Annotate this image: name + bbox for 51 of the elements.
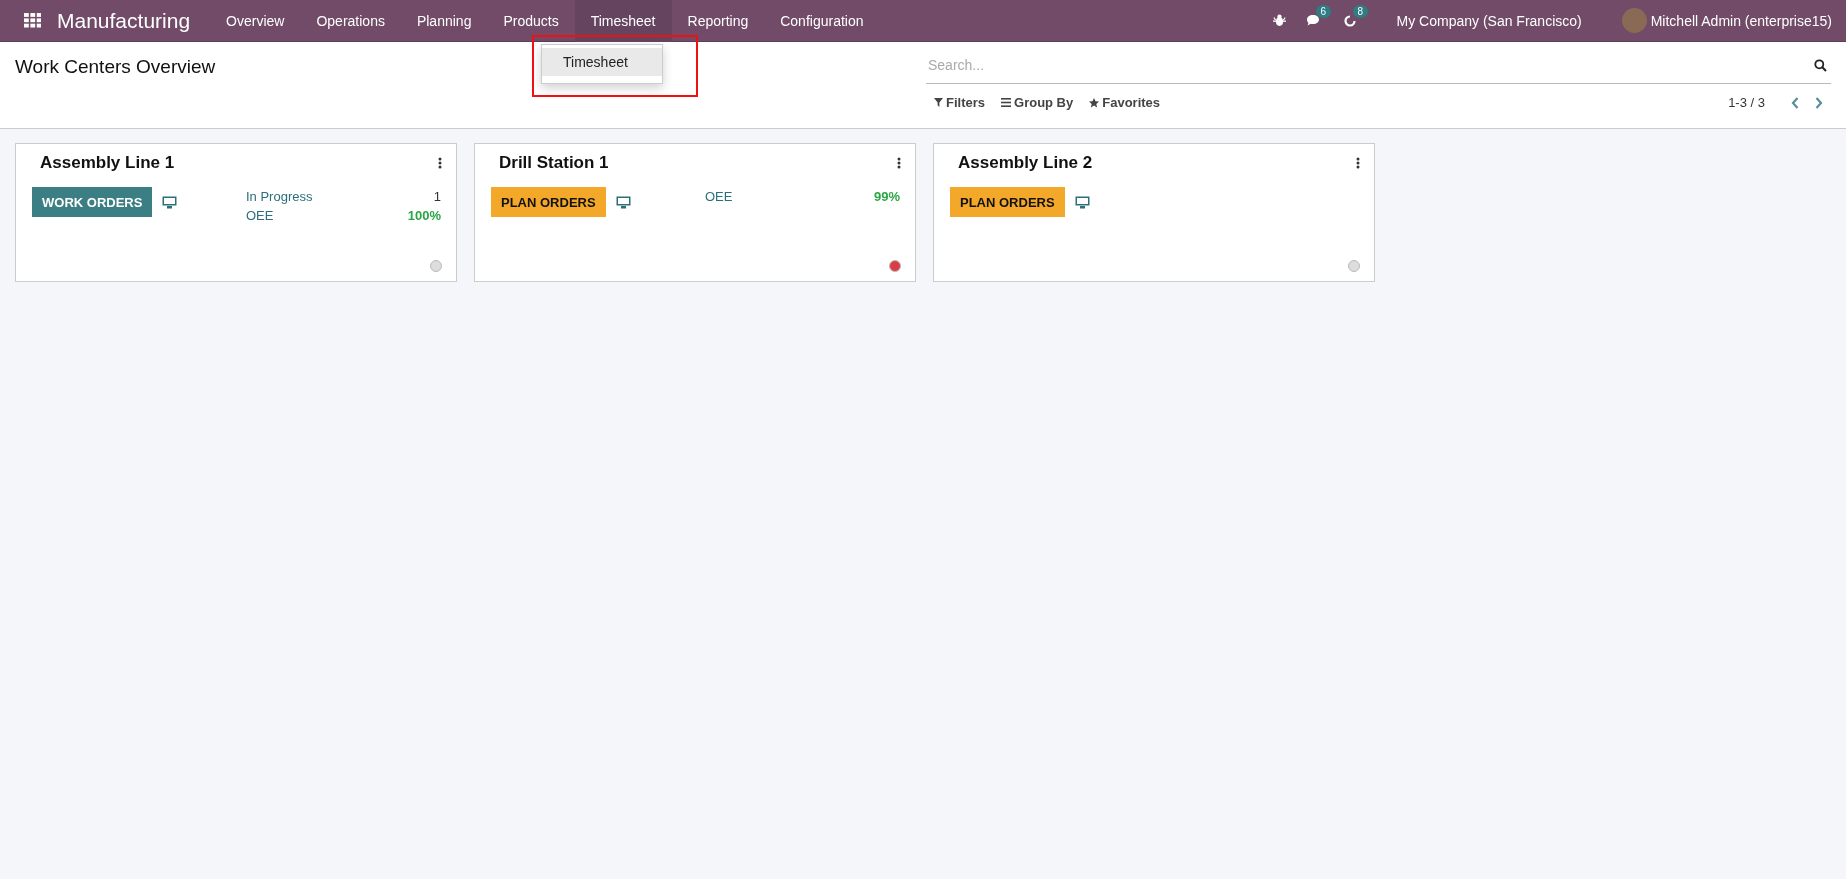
monitor-icon[interactable] <box>1074 195 1090 209</box>
stat-label[interactable]: OEE <box>705 187 733 206</box>
company-switcher[interactable]: My Company (San Francisco) <box>1396 12 1582 29</box>
monitor-icon[interactable] <box>162 195 178 209</box>
status-dot[interactable] <box>889 260 901 272</box>
chevron-left-icon <box>1791 96 1799 109</box>
stat-label[interactable]: OEE <box>246 206 274 225</box>
filter-toggle[interactable]: Filters <box>934 95 985 110</box>
stat-value: 99% <box>873 188 900 206</box>
kebab-menu-icon[interactable] <box>438 157 442 169</box>
message-count-badge: 6 <box>1315 4 1332 18</box>
stat-label[interactable]: In Progress <box>246 187 313 206</box>
menu-item[interactable]: Timesheet <box>574 0 672 42</box>
menu-item[interactable]: Reporting <box>671 0 765 42</box>
activity-count-badge: 8 <box>1352 4 1369 18</box>
kebab-menu-icon[interactable] <box>1356 157 1360 169</box>
star-icon <box>1089 97 1100 108</box>
page-title: Work Centers Overview <box>15 56 216 78</box>
work-center-name: Assembly Line 1 <box>40 153 175 173</box>
work-center-card[interactable]: Assembly Line 2 PLAN ORDERS <box>933 143 1375 282</box>
orders-button[interactable]: WORK ORDERS <box>32 187 153 217</box>
list-icon <box>1001 98 1011 107</box>
chevron-right-icon <box>1815 96 1823 109</box>
work-center-name: Drill Station 1 <box>499 153 609 173</box>
kebab-menu-icon[interactable] <box>897 157 901 169</box>
monitor-icon[interactable] <box>615 195 631 209</box>
orders-button[interactable]: PLAN ORDERS <box>491 187 606 217</box>
status-dot[interactable] <box>430 260 442 272</box>
stat-value: 100% <box>407 207 441 225</box>
dropdown-item[interactable]: Timesheet <box>542 48 662 76</box>
apps-grid-icon[interactable] <box>24 13 41 28</box>
menu-item[interactable]: Planning <box>400 0 488 42</box>
funnel-icon <box>934 98 943 107</box>
search-icon[interactable] <box>1814 58 1827 72</box>
filter-toggle[interactable]: Favorites <box>1089 95 1161 110</box>
user-menu[interactable]: Mitchell Admin (enterprise15) <box>1650 12 1832 29</box>
menu-item[interactable]: Overview <box>210 0 301 42</box>
stat-value: 1 <box>433 188 441 206</box>
menu-item[interactable]: Configuration <box>764 0 880 42</box>
work-center-card[interactable]: Drill Station 1 PLAN ORDERS OEE 99% <box>474 143 916 282</box>
app-title[interactable]: Manufacturing <box>57 8 191 33</box>
work-center-name: Assembly Line 2 <box>958 153 1093 173</box>
filter-toggle[interactable]: Group By <box>1001 95 1074 110</box>
work-center-card[interactable]: Assembly Line 1 WORK ORDERS In Progress 1 OEE 100% <box>15 143 457 282</box>
status-dot[interactable] <box>1348 260 1360 272</box>
menu-item[interactable]: Products <box>487 0 575 42</box>
menu-item[interactable]: Operations <box>300 0 401 42</box>
clock-icon[interactable] <box>1342 13 1357 28</box>
bug-icon[interactable] <box>1272 14 1286 27</box>
orders-button[interactable]: PLAN ORDERS <box>950 187 1065 217</box>
pager-counter[interactable]: 1-3 / 3 <box>1728 95 1765 110</box>
